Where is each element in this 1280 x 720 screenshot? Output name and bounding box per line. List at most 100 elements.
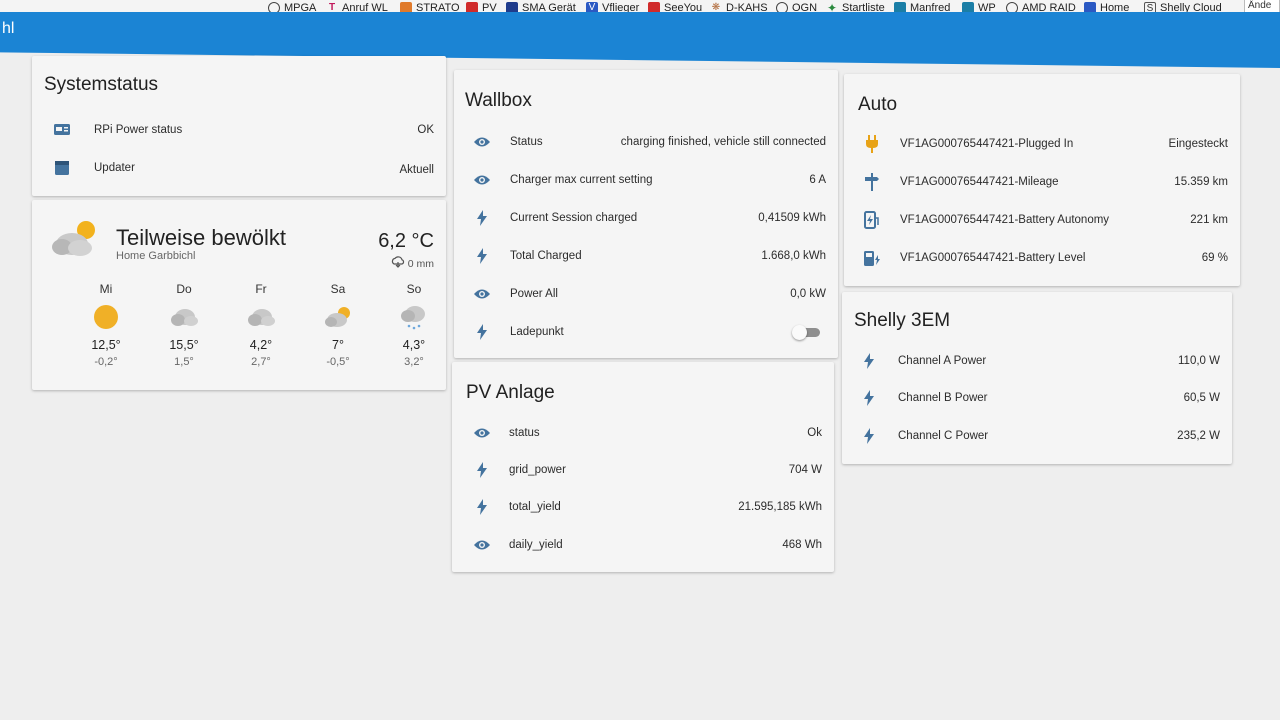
ladepunkt-toggle[interactable] [792, 325, 822, 340]
entity-value: 110,0 W [1178, 355, 1220, 367]
ev-station-icon [862, 210, 882, 230]
forecast-high: 12,5° [91, 338, 121, 352]
forecast-high: 4,3° [402, 338, 426, 352]
entity-row-max-current[interactable]: Charger max current setting 6 A [454, 166, 838, 194]
entity-label: VF1AG000765447421-Plugged In [900, 138, 1074, 150]
forecast-low: 1,5° [174, 356, 194, 368]
entity-row-channel-c[interactable]: Channel C Power 235,2 W [842, 422, 1232, 450]
entity-row-battery-level[interactable]: VF1AG000765447421-Battery Level 69 % [844, 244, 1240, 272]
entity-label: Power All [510, 288, 558, 300]
entity-label: status [509, 427, 540, 439]
entity-row-status[interactable]: Status charging finished, vehicle still … [454, 128, 838, 156]
entity-row-power-all[interactable]: Power All 0,0 kW [454, 280, 838, 308]
entity-value: 15.359 km [1174, 176, 1228, 188]
card-title: Wallbox [465, 90, 532, 111]
entity-row-channel-b[interactable]: Channel B Power 60,5 W [842, 384, 1232, 412]
forecast-low: 2,7° [251, 356, 271, 368]
entity-label: total_yield [509, 501, 561, 513]
entity-row-total-charged[interactable]: Total Charged 1.668,0 kWh [454, 242, 838, 270]
entity-value: 6 A [809, 174, 826, 186]
eye-icon [472, 170, 492, 190]
entity-value: 0,41509 kWh [758, 212, 826, 224]
weather-card[interactable]: Teilweise bewölkt Home Garbbichl 6,2 °C … [32, 200, 446, 390]
entity-row-plugged-in[interactable]: VF1AG000765447421-Plugged In Eingesteckt [844, 130, 1240, 158]
flash-icon [859, 351, 879, 371]
entity-row-channel-a[interactable]: Channel A Power 110,0 W [842, 347, 1232, 375]
entity-label: Charger max current setting [510, 174, 653, 186]
flash-icon [472, 208, 492, 228]
entity-label: Total Charged [510, 250, 582, 262]
entity-row-status[interactable]: status Ok [452, 419, 834, 447]
cloudy-icon [152, 300, 216, 334]
wallbox-card: Wallbox Status charging finished, vehicl… [454, 70, 838, 358]
pv-anlage-card: PV Anlage status Ok grid_power 704 W tot… [452, 362, 834, 572]
shelly-3em-card: Shelly 3EM Channel A Power 110,0 W Chann… [842, 292, 1232, 464]
entity-label: VF1AG000765447421-Battery Autonomy [900, 214, 1110, 226]
gas-station-icon [862, 248, 882, 268]
power-plug-icon [862, 134, 882, 154]
entity-label: Current Session charged [510, 212, 638, 224]
entity-value: 69 % [1201, 252, 1228, 264]
card-title: Systemstatus [44, 74, 159, 95]
forecast-day-name: Do [176, 282, 192, 296]
eye-icon [472, 423, 492, 443]
forecast-high: 15,5° [169, 338, 199, 352]
flash-icon [472, 246, 492, 266]
sunny-icon [74, 300, 138, 334]
precipitation-value: 0 mm [407, 257, 434, 270]
eye-icon [472, 132, 492, 152]
flash-icon [859, 388, 879, 408]
toggle-thumb [792, 325, 807, 340]
forecast-high: 7° [332, 338, 344, 352]
eye-icon [472, 284, 492, 304]
entity-row-total-yield[interactable]: total_yield 21.595,185 kWh [452, 493, 834, 521]
flash-icon [472, 497, 492, 517]
entity-label: grid_power [509, 464, 566, 476]
entity-row-session-charged[interactable]: Current Session charged 0,41509 kWh [454, 204, 838, 232]
forecast-day: Mi 12,5° -0,2° [74, 282, 138, 368]
entity-label: Ladepunkt [510, 326, 564, 338]
entity-row-rpi-power[interactable]: RPi Power status OK [32, 116, 446, 144]
entity-value: 1.668,0 kWh [761, 250, 826, 262]
entity-label: VF1AG000765447421-Battery Level [900, 252, 1086, 264]
entity-value: 704 W [788, 464, 822, 476]
entity-value: 235,2 W [1177, 430, 1220, 442]
forecast-day-name: Sa [330, 282, 346, 296]
weather-condition: Teilweise bewölkt [116, 225, 286, 250]
forecast-day: So 4,3° 3,2° [382, 282, 446, 368]
entity-label: Channel C Power [898, 430, 989, 442]
partly-cloudy-icon [306, 300, 370, 334]
rain-cloud-icon [391, 256, 405, 271]
forecast-day: Sa 7° -0,5° [306, 282, 370, 368]
forecast-day-name: Fr [255, 282, 267, 296]
weather-precipitation: 0 mm [391, 256, 434, 271]
entity-label: Status [510, 136, 543, 148]
forecast-low: -0,5° [326, 356, 350, 368]
entity-value: Eingesteckt [1168, 138, 1228, 150]
browser-corner-button[interactable]: Ände [1244, 0, 1280, 14]
entity-label: Updater [94, 162, 135, 174]
entity-row-battery-autonomy[interactable]: VF1AG000765447421-Battery Autonomy 221 k… [844, 206, 1240, 234]
entity-row-daily-yield[interactable]: daily_yield 468 Wh [452, 531, 834, 559]
sign-direction-icon [862, 172, 882, 192]
entity-label: RPi Power status [94, 124, 183, 136]
entity-value: OK [417, 124, 434, 136]
weather-forecast: Mi 12,5° -0,2° Do 15,5° 1,5° Fr 4,2° 2,7… [50, 282, 434, 382]
weather-location: Home Garbbichl [116, 250, 196, 262]
entity-label: Channel A Power [898, 355, 987, 367]
entity-row-updater[interactable]: Updater Aktuell [32, 154, 446, 182]
entity-value: 468 Wh [782, 539, 822, 551]
app-title: hl [2, 20, 15, 37]
entity-row-ladepunkt: Ladepunkt [454, 318, 838, 346]
entity-value: 0,0 kW [790, 288, 826, 300]
entity-label: Channel B Power [898, 392, 988, 404]
forecast-high: 4,2° [249, 338, 273, 352]
entity-row-grid-power[interactable]: grid_power 704 W [452, 456, 834, 484]
card-title: Shelly 3EM [854, 310, 951, 331]
forecast-day: Fr 4,2° 2,7° [229, 282, 293, 368]
forecast-day-name: Mi [99, 282, 113, 296]
flash-icon [472, 460, 492, 480]
snowy-icon [382, 300, 446, 334]
entity-row-mileage[interactable]: VF1AG000765447421-Mileage 15.359 km [844, 168, 1240, 196]
entity-label: daily_yield [509, 539, 563, 551]
